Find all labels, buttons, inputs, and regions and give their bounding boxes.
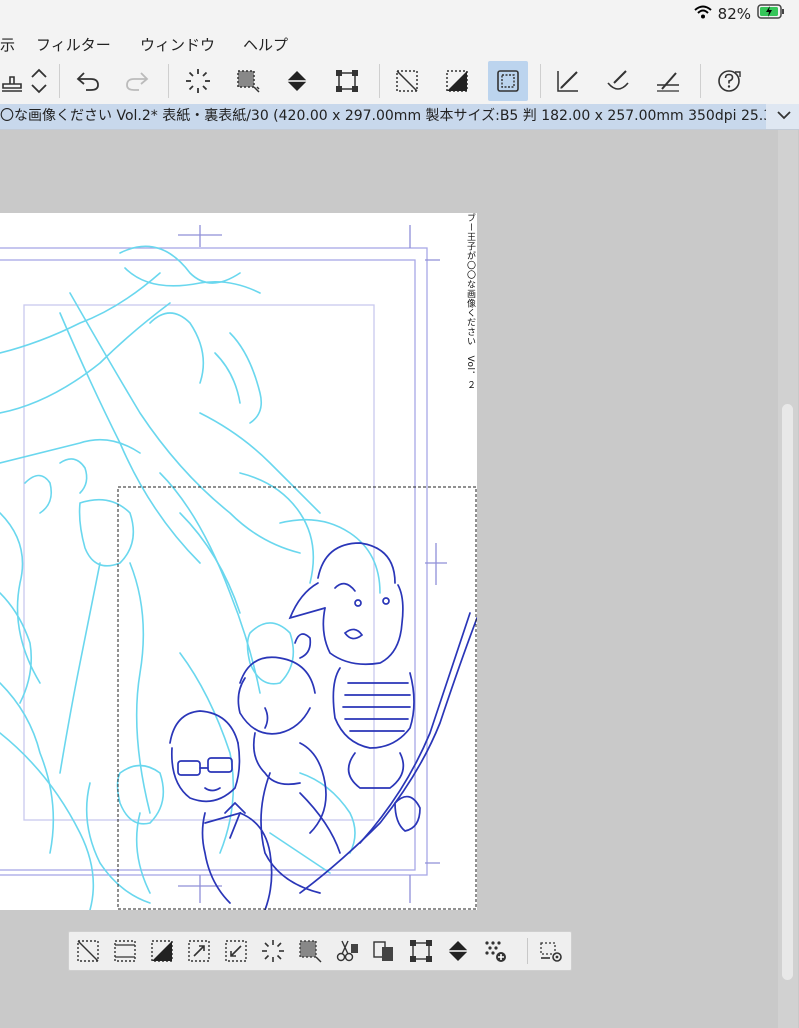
selection-marquee: [117, 486, 477, 910]
transform-icon[interactable]: [327, 61, 367, 101]
show-selection-icon[interactable]: [488, 61, 528, 101]
cut-paste-icon[interactable]: [331, 935, 363, 967]
expand-icon[interactable]: [183, 935, 215, 967]
menu-help[interactable]: ヘルプ: [243, 34, 288, 55]
fill-selection-icon[interactable]: [294, 935, 326, 967]
menu-filter[interactable]: フィルター: [36, 34, 111, 55]
sketch-drawing: [0, 225, 477, 910]
menu-display[interactable]: 示: [0, 34, 15, 55]
select-area-icon[interactable]: [228, 61, 268, 101]
toolbar-separator: [59, 64, 60, 98]
cover-vertical-title: ブー王子が〇〇な画像ください Vol．２: [465, 213, 475, 390]
fill-icon[interactable]: [442, 935, 474, 967]
clear-selection-icon[interactable]: [178, 61, 218, 101]
menu-bar: 示 フィルター ウィンドウ ヘルプ: [0, 28, 799, 58]
fill-icon[interactable]: [277, 61, 317, 101]
toolbar-separator: [527, 938, 528, 964]
copy-paste-icon[interactable]: [368, 935, 400, 967]
chevron-down-icon[interactable]: [775, 106, 793, 128]
transform-icon[interactable]: [405, 935, 437, 967]
invert-selection-icon[interactable]: [437, 61, 477, 101]
menu-window[interactable]: ウィンドウ: [140, 34, 215, 55]
selection-launcher: [68, 931, 572, 971]
select-all-icon[interactable]: [109, 935, 141, 967]
shrink-icon[interactable]: [220, 935, 252, 967]
toolbar-separator: [168, 64, 169, 98]
document-tab-bar: 〇な画像ください Vol.2* 表紙・裏表紙/30 (420.00 x 297.…: [0, 104, 799, 130]
wifi-icon: [693, 5, 712, 23]
toolbar-separator: [379, 64, 380, 98]
battery-percentage: 82%: [717, 4, 751, 23]
help-icon[interactable]: [709, 61, 749, 101]
tone-icon[interactable]: [479, 935, 511, 967]
status-bar: 82%: [0, 0, 799, 28]
deselect-icon[interactable]: [387, 61, 427, 101]
vertical-scrollbar-thumb[interactable]: [782, 404, 793, 980]
deselect-icon[interactable]: [72, 935, 104, 967]
undo-icon[interactable]: [68, 61, 108, 101]
ruler-brush-icon[interactable]: [598, 61, 638, 101]
clear-outside-icon[interactable]: [257, 935, 289, 967]
invert-icon[interactable]: [146, 935, 178, 967]
document-title[interactable]: 〇な画像ください Vol.2* 表紙・裏表紙/30 (420.00 x 297.…: [0, 104, 766, 129]
settings-icon[interactable]: [535, 935, 567, 967]
toolbar-separator: [700, 64, 701, 98]
snap-ruler-icon[interactable]: [648, 61, 688, 101]
redo-icon[interactable]: [117, 61, 157, 101]
toolbar-separator: [540, 64, 541, 98]
canvas-page[interactable]: [0, 213, 477, 910]
battery-charging-icon: [757, 4, 785, 23]
line-tool-icon[interactable]: [548, 61, 588, 101]
command-bar: [0, 58, 799, 105]
up-down-arrows-icon[interactable]: [19, 61, 59, 101]
